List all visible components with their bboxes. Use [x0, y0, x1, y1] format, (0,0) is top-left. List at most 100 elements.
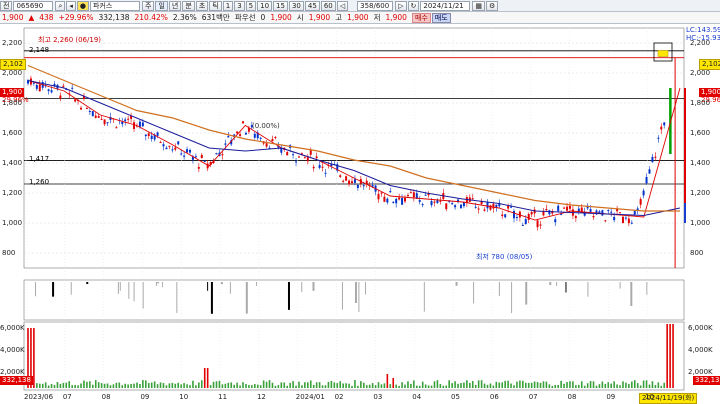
- volume-bar: [418, 385, 421, 388]
- volume-bar: [545, 381, 548, 388]
- right-axis-tick: 1,000: [690, 219, 711, 227]
- candle-body: [356, 184, 359, 188]
- volume-bar: [404, 384, 406, 388]
- candle-body: [94, 115, 97, 118]
- candle-body: [521, 224, 524, 226]
- candle-body: [530, 212, 533, 215]
- volume-bar: [183, 383, 185, 388]
- left-axis-tick: 1,000: [2, 219, 23, 227]
- volume-bar: [177, 382, 180, 388]
- candle-body: [74, 99, 77, 102]
- volume-bar: [501, 382, 504, 388]
- volume-bar: [133, 383, 135, 388]
- volume-bar: [97, 382, 100, 388]
- candle-body: [362, 185, 365, 187]
- volume-bar: [147, 382, 150, 388]
- candle-body: [180, 153, 183, 155]
- volume-bar: [136, 382, 138, 388]
- volume-bar: [86, 381, 88, 388]
- left-axis-tick: 1,400: [2, 159, 23, 167]
- left-axis-tick: 2,200: [2, 39, 23, 47]
- volume-bar: [551, 385, 554, 388]
- volume-bar: [230, 382, 233, 388]
- volume-bar: [304, 382, 306, 388]
- volume-bar: [557, 384, 559, 388]
- right-axis-tick: 1,600: [690, 129, 711, 137]
- volume-bar: [209, 385, 212, 388]
- candle-body: [297, 156, 300, 158]
- volume-bar: [103, 383, 106, 388]
- volume-bar: [648, 384, 651, 388]
- volume-bar: [315, 382, 318, 388]
- volume-bar: [94, 380, 97, 388]
- candle-body: [421, 204, 424, 206]
- volume-bar: [224, 383, 227, 388]
- volume-bar: [171, 382, 174, 388]
- candle-body: [601, 210, 604, 216]
- volume-bar: [265, 381, 268, 388]
- volume-bar: [583, 385, 586, 388]
- volume-bar: [289, 382, 291, 388]
- candle-body: [115, 127, 118, 129]
- candle-body: [624, 217, 627, 219]
- volume-bar: [33, 328, 35, 388]
- candle-body: [168, 145, 171, 147]
- candle-body: [492, 203, 495, 209]
- volume-axis-tick-right: 6,000K: [688, 324, 713, 332]
- x-axis-tick: 09: [140, 393, 150, 401]
- right-axis-tick: 2,000: [690, 69, 711, 77]
- volume-bar: [498, 382, 501, 388]
- volume-bar: [392, 378, 395, 388]
- candle-body: [524, 219, 527, 225]
- candle-body: [510, 206, 513, 208]
- volume-bar: [124, 383, 126, 388]
- volume-bar: [106, 383, 109, 388]
- candle-body: [430, 201, 433, 206]
- volume-bar: [62, 382, 65, 388]
- volume-bar: [195, 385, 197, 388]
- volume-bar: [130, 383, 132, 388]
- price-chart[interactable]: [0, 0, 720, 404]
- candle-body: [395, 198, 398, 204]
- candle-body: [651, 156, 654, 163]
- candle-body: [280, 148, 283, 153]
- volume-bar: [572, 381, 574, 388]
- x-axis-tick: 08: [567, 393, 577, 401]
- volume-bar: [227, 382, 230, 388]
- volume-bar: [348, 383, 350, 388]
- left-axis-tick: 1,800: [2, 99, 23, 107]
- candle-body: [183, 155, 186, 157]
- volume-bar: [339, 381, 342, 388]
- volume-bar: [318, 382, 321, 388]
- candle-body: [633, 211, 636, 215]
- candle-body: [577, 208, 580, 212]
- volume-bar: [519, 380, 521, 388]
- candle-body: [88, 111, 91, 113]
- volume-bar: [601, 381, 604, 388]
- volume-bar: [118, 382, 121, 388]
- cursor-marker: [657, 50, 669, 57]
- volume-bar: [604, 383, 607, 388]
- volume-bar: [233, 384, 235, 388]
- volume-bar: [542, 381, 545, 388]
- candle-body: [406, 195, 409, 197]
- candle-body: [566, 206, 569, 211]
- volume-bar: [56, 381, 59, 388]
- volume-bar: [239, 385, 241, 388]
- volume-bar: [245, 383, 247, 388]
- volume-bar: [280, 382, 283, 388]
- x-axis-tick: 03: [373, 393, 383, 401]
- volume-bar: [360, 381, 362, 388]
- volume-bar: [354, 380, 356, 388]
- candle-body: [38, 84, 41, 92]
- x-axis-tick: 05: [451, 393, 460, 401]
- volume-bar: [307, 382, 309, 388]
- volume-bar: [466, 380, 468, 388]
- volume-bar: [477, 380, 480, 388]
- volume-bar: [622, 381, 624, 388]
- candle-body: [85, 107, 88, 109]
- volume-bar: [218, 380, 221, 388]
- volume-bar: [286, 385, 288, 388]
- volume-bar: [383, 383, 386, 388]
- x-axis-tick: 06: [489, 393, 499, 401]
